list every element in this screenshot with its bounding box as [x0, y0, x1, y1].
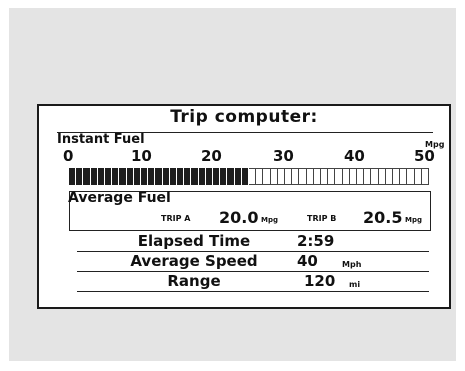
gauge-segment-filled [105, 168, 113, 185]
scale-tick-0: 0 [63, 147, 74, 165]
scale-tick-10: 10 [131, 147, 152, 165]
gauge-segment-empty [292, 168, 300, 185]
screen-title: Trip computer: [170, 107, 318, 127]
gauge-segment-filled [227, 168, 235, 185]
gauge-segment-empty [364, 168, 372, 185]
gauge-segment-empty [263, 168, 271, 185]
gauge-segment-empty [335, 168, 343, 185]
range-divider [77, 291, 429, 292]
gauge-segment-filled [133, 168, 141, 185]
gauge-segment-filled [169, 168, 177, 185]
gauge-segment-filled [220, 168, 228, 185]
gauge-segment-empty [313, 168, 321, 185]
gauge-segment-filled [155, 168, 163, 185]
trip-b-unit: Mpg [405, 216, 422, 224]
range-value: 120 [304, 272, 336, 290]
gauge-segment-empty [285, 168, 293, 185]
elapsed-time-value: 2:59 [297, 232, 335, 250]
elapsed-time-label: Elapsed Time [137, 232, 251, 250]
gauge-segment-filled [76, 168, 84, 185]
gauge-segment-filled [90, 168, 98, 185]
gauge-segment-empty [249, 168, 257, 185]
gauge-segment-empty [414, 168, 422, 185]
gauge-segment-empty [277, 168, 285, 185]
gauge-segment-filled [191, 168, 199, 185]
average-speed-value: 40 [297, 252, 318, 270]
gauge-segment-empty [378, 168, 386, 185]
gauge-segment-empty [256, 168, 264, 185]
average-speed-unit: Mph [342, 260, 362, 269]
gauge-segment-filled [141, 168, 149, 185]
trip-b-tag: TRIP B [307, 214, 337, 223]
gauge-segment-filled [112, 168, 120, 185]
trip-computer-screen: Trip computer: Instant Fuel Mpg 0 10 20 … [37, 104, 451, 309]
range-label: Range [167, 272, 221, 290]
range-unit: mi [349, 280, 361, 289]
gauge-segment-filled [119, 168, 127, 185]
gauge-segment-filled [162, 168, 170, 185]
gauge-segment-empty [393, 168, 401, 185]
gauge-segment-filled [126, 168, 134, 185]
gauge-segment-filled [184, 168, 192, 185]
average-speed-divider [77, 271, 429, 272]
gauge-segment-empty [299, 168, 307, 185]
gauge-segment-filled [241, 168, 249, 185]
trip-a-tag: TRIP A [161, 214, 191, 223]
gauge-segment-filled [148, 168, 156, 185]
average-fuel-label: Average Fuel [68, 190, 171, 206]
gauge-segment-filled [234, 168, 242, 185]
gauge-segment-filled [198, 168, 206, 185]
gauge-segment-empty [270, 168, 278, 185]
scale-tick-20: 20 [201, 147, 222, 165]
gauge-segment-empty [328, 168, 336, 185]
gauge-segment-empty [342, 168, 350, 185]
gauge-segment-filled [83, 168, 91, 185]
gauge-segment-filled [213, 168, 221, 185]
scale-tick-30: 30 [273, 147, 294, 165]
gauge-segment-empty [321, 168, 329, 185]
gauge-segment-filled [97, 168, 105, 185]
gauge-segment-empty [349, 168, 357, 185]
manual-figure-panel: Trip computer: Instant Fuel Mpg 0 10 20 … [9, 8, 456, 361]
instant-fuel-bar-gauge [69, 168, 429, 185]
gauge-segment-filled [205, 168, 213, 185]
gauge-segment-empty [400, 168, 408, 185]
gauge-segment-empty [371, 168, 379, 185]
gauge-segment-empty [421, 168, 429, 185]
trip-a-unit: Mpg [261, 216, 278, 224]
average-speed-label: Average Speed [130, 252, 258, 270]
gauge-segment-filled [177, 168, 185, 185]
gauge-segment-filled [69, 168, 77, 185]
gauge-segment-empty [357, 168, 365, 185]
scale-tick-50: 50 [414, 147, 435, 165]
gauge-segment-empty [385, 168, 393, 185]
gauge-segment-empty [407, 168, 415, 185]
trip-a-value: 20.0 [219, 208, 259, 227]
trip-b-value: 20.5 [363, 208, 403, 227]
instant-fuel-label: Instant Fuel [57, 132, 145, 147]
scale-tick-40: 40 [344, 147, 365, 165]
gauge-segment-empty [306, 168, 314, 185]
